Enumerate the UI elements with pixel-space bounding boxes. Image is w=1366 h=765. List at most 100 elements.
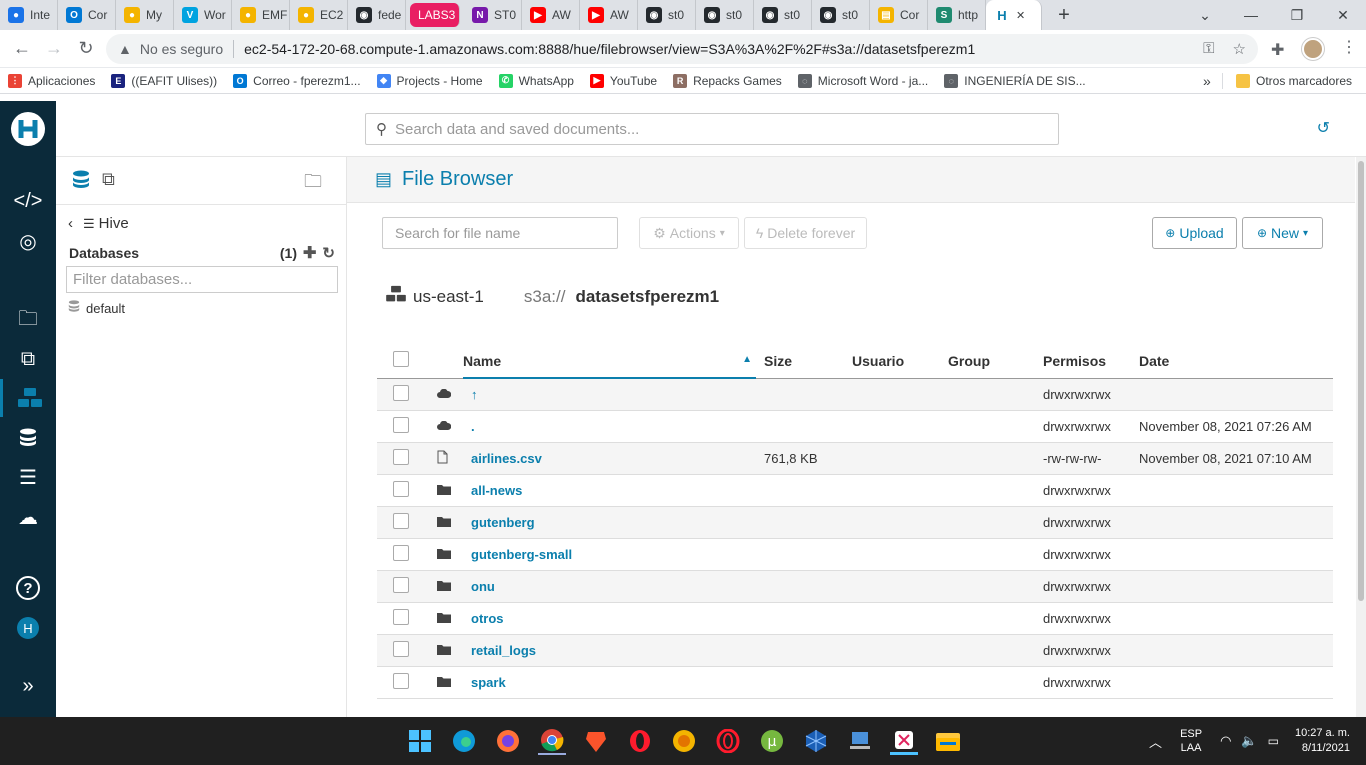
new-button[interactable]: ⊕ New ▾	[1242, 217, 1323, 249]
history-icon[interactable]: ↺	[1317, 118, 1330, 138]
url-text[interactable]: ec2-54-172-20-68.compute-1.amazonaws.com…	[244, 41, 975, 57]
omnibox[interactable]: ▲ No es seguro ec2-54-172-20-68.compute-…	[106, 34, 1258, 64]
table-row[interactable]: otros drwxrwxrwx	[377, 602, 1333, 635]
bookmark-star-icon[interactable]: ☆	[1233, 40, 1246, 58]
security-warning[interactable]: No es seguro	[140, 41, 223, 57]
table-row[interactable]: gutenberg drwxrwxrwx	[377, 506, 1333, 539]
firefox-icon[interactable]	[494, 727, 522, 755]
dashboard-icon[interactable]: ◎	[0, 222, 56, 260]
file-name-link[interactable]: spark	[463, 666, 756, 699]
bookmarks-overflow-icon[interactable]: »	[1203, 73, 1211, 89]
documents-tab-icon[interactable]: ⧉	[102, 169, 115, 190]
column-header-date[interactable]: Date	[1139, 344, 1333, 379]
clock[interactable]: 10:27 a. m. 8/11/2021	[1295, 726, 1350, 756]
expand-sidebar-icon[interactable]: »	[0, 667, 56, 705]
table-row[interactable]: onu drwxrwxrwx	[377, 570, 1333, 603]
user-avatar[interactable]: H	[0, 609, 56, 647]
file-name-link-text[interactable]: otros	[471, 611, 504, 626]
s3-browser-icon[interactable]	[0, 379, 56, 417]
file-search-input[interactable]: Search for file name	[382, 217, 618, 249]
file-name-link-text[interactable]: airlines.csv	[471, 451, 542, 466]
column-header-permissions[interactable]: Permisos	[1043, 344, 1139, 379]
bookmark-item[interactable]: ✆ WhatsApp	[491, 68, 582, 94]
file-name-link-text[interactable]: retail_logs	[471, 643, 536, 658]
table-row[interactable]: gutenberg-small drwxrwxrwx	[377, 538, 1333, 571]
row-checkbox[interactable]	[393, 448, 409, 465]
show-hidden-icons-icon[interactable]: ︿	[1149, 732, 1162, 751]
edge-icon[interactable]	[450, 727, 478, 755]
add-database-icon[interactable]: ✚	[303, 243, 316, 263]
file-name-link[interactable]: all-news	[463, 474, 756, 507]
file-name-link-text[interactable]: gutenberg-small	[471, 547, 572, 562]
close-window-icon[interactable]: ✕	[1320, 0, 1366, 30]
browser-tab[interactable]: ● EC2	[290, 0, 348, 30]
copy-documents-icon[interactable]: ⧉	[0, 340, 56, 378]
opera-gx-icon[interactable]	[714, 727, 742, 755]
row-checkbox[interactable]	[393, 576, 409, 593]
global-search-input[interactable]: ⚲ Search data and saved documents...	[365, 113, 1059, 145]
network-app-icon[interactable]	[846, 727, 874, 755]
file-name-link[interactable]: otros	[463, 602, 756, 635]
row-checkbox[interactable]	[393, 544, 409, 561]
browser-tab[interactable]: ◉ fede	[348, 0, 406, 30]
filter-databases-input[interactable]: Filter databases...	[66, 266, 338, 293]
profile-avatar[interactable]	[1302, 38, 1324, 60]
key-icon[interactable]: ⚿	[1203, 40, 1214, 58]
bookmark-item[interactable]: E ((EAFIT Ulises))	[103, 68, 225, 94]
file-name-link[interactable]: ↑	[463, 378, 756, 411]
database-icon[interactable]	[0, 419, 56, 457]
browser-tab[interactable]: ▶ AW	[580, 0, 638, 30]
browser-tab[interactable]: ◉ st0	[638, 0, 696, 30]
wifi-icon[interactable]: ◠	[1220, 733, 1231, 749]
row-checkbox[interactable]	[393, 384, 409, 401]
files-tab-icon[interactable]: 🗀	[304, 169, 322, 199]
bookmark-item[interactable]: ▶ YouTube	[582, 68, 665, 94]
file-name-link-text[interactable]: all-news	[471, 483, 522, 498]
documents-icon[interactable]: 🗀	[0, 302, 56, 340]
row-checkbox[interactable]	[393, 416, 409, 433]
row-checkbox[interactable]	[393, 608, 409, 625]
snipping-tool-icon[interactable]	[890, 727, 918, 755]
file-name-link-text[interactable]: gutenberg	[471, 515, 535, 530]
file-name-link-text[interactable]: ↑	[471, 387, 478, 402]
opera-icon[interactable]	[626, 727, 654, 755]
browser-tab[interactable]: ● Inte	[0, 0, 58, 30]
help-icon[interactable]: ?	[0, 569, 56, 607]
back-icon[interactable]: ←	[6, 33, 38, 65]
browser-tab[interactable]: N ST0	[464, 0, 522, 30]
file-name-link-text[interactable]: onu	[471, 579, 495, 594]
virtualbox-icon[interactable]	[802, 727, 830, 755]
table-row[interactable]: . drwxrwxrwx November 08, 2021 07:26 AM	[377, 410, 1333, 443]
scrollbar-thumb[interactable]	[1358, 161, 1364, 601]
row-checkbox[interactable]	[393, 512, 409, 529]
file-name-link[interactable]: airlines.csv	[463, 442, 756, 475]
tables-icon[interactable]: ☰	[0, 458, 56, 496]
select-all-checkbox[interactable]	[393, 351, 409, 368]
column-header-size[interactable]: Size	[756, 344, 852, 379]
forward-icon[interactable]: →	[38, 33, 70, 65]
windows-start-icon[interactable]	[406, 727, 434, 755]
browser-tab[interactable]: ◉ st0	[754, 0, 812, 30]
tab-search-icon[interactable]: ⌄	[1182, 0, 1228, 30]
editor-code-icon[interactable]: </>	[0, 182, 56, 220]
restore-icon[interactable]: ❐	[1274, 0, 1320, 30]
table-row[interactable]: all-news drwxrwxrwx	[377, 474, 1333, 507]
bookmark-item[interactable]: O Correo - fperezm1...	[225, 68, 368, 94]
browser-tab[interactable]: O Cor	[58, 0, 116, 30]
reload-icon[interactable]: ↻	[70, 33, 102, 65]
file-explorer-icon[interactable]	[934, 727, 962, 755]
close-tab-icon[interactable]: ✕	[1016, 9, 1025, 22]
file-name-link[interactable]: gutenberg	[463, 506, 756, 539]
file-name-link-text[interactable]: spark	[471, 675, 506, 690]
battery-icon[interactable]: ▭	[1268, 734, 1279, 748]
bucket-crumb[interactable]: datasetsfperezm1	[575, 287, 719, 307]
browser-tab[interactable]: ● My	[116, 0, 174, 30]
bookmark-item[interactable]: ◌ INGENIERÍA DE SIS...	[936, 68, 1093, 94]
browser-tab[interactable]: ◉ st0	[696, 0, 754, 30]
main-scrollbar[interactable]	[1356, 157, 1366, 717]
browser-tab[interactable]: LABS3	[410, 3, 460, 27]
browser-menu-icon[interactable]: ⋮	[1341, 37, 1357, 57]
table-row[interactable]: spark drwxrwxrwx	[377, 666, 1333, 699]
browser-tab[interactable]: Shttp	[928, 0, 986, 30]
row-checkbox[interactable]	[393, 672, 409, 689]
